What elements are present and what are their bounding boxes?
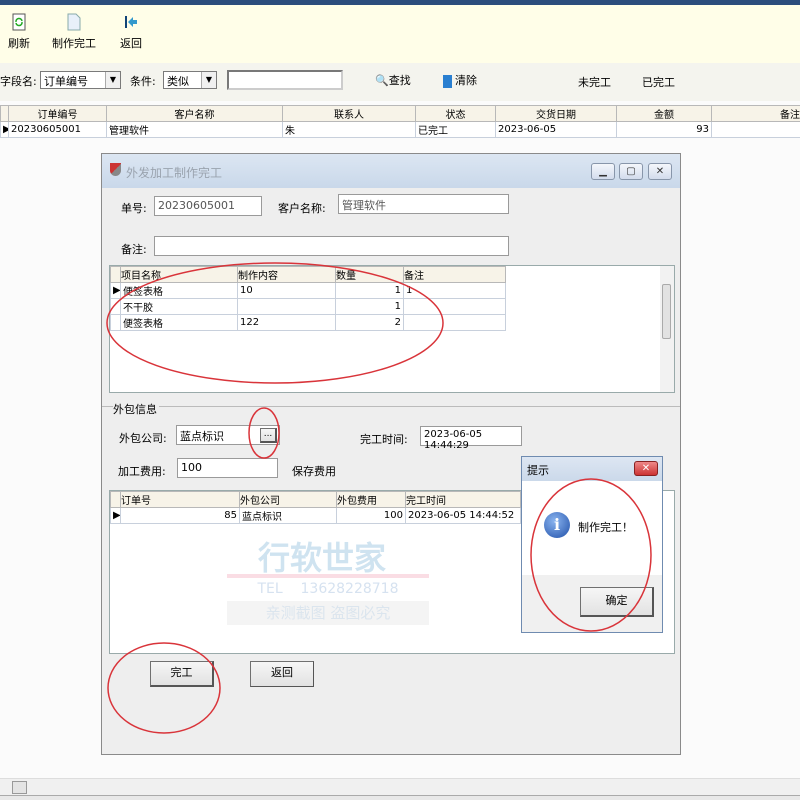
- annotation-circle: [106, 262, 444, 384]
- annotation-circle: [107, 642, 221, 734]
- annotation-circle: [530, 478, 652, 632]
- horizontal-scrollbar[interactable]: [0, 778, 800, 795]
- status-bar: [0, 795, 800, 800]
- annotation-overlay: [106, 262, 652, 734]
- scroll-thumb[interactable]: [12, 781, 27, 794]
- annotation-circle: [248, 407, 280, 459]
